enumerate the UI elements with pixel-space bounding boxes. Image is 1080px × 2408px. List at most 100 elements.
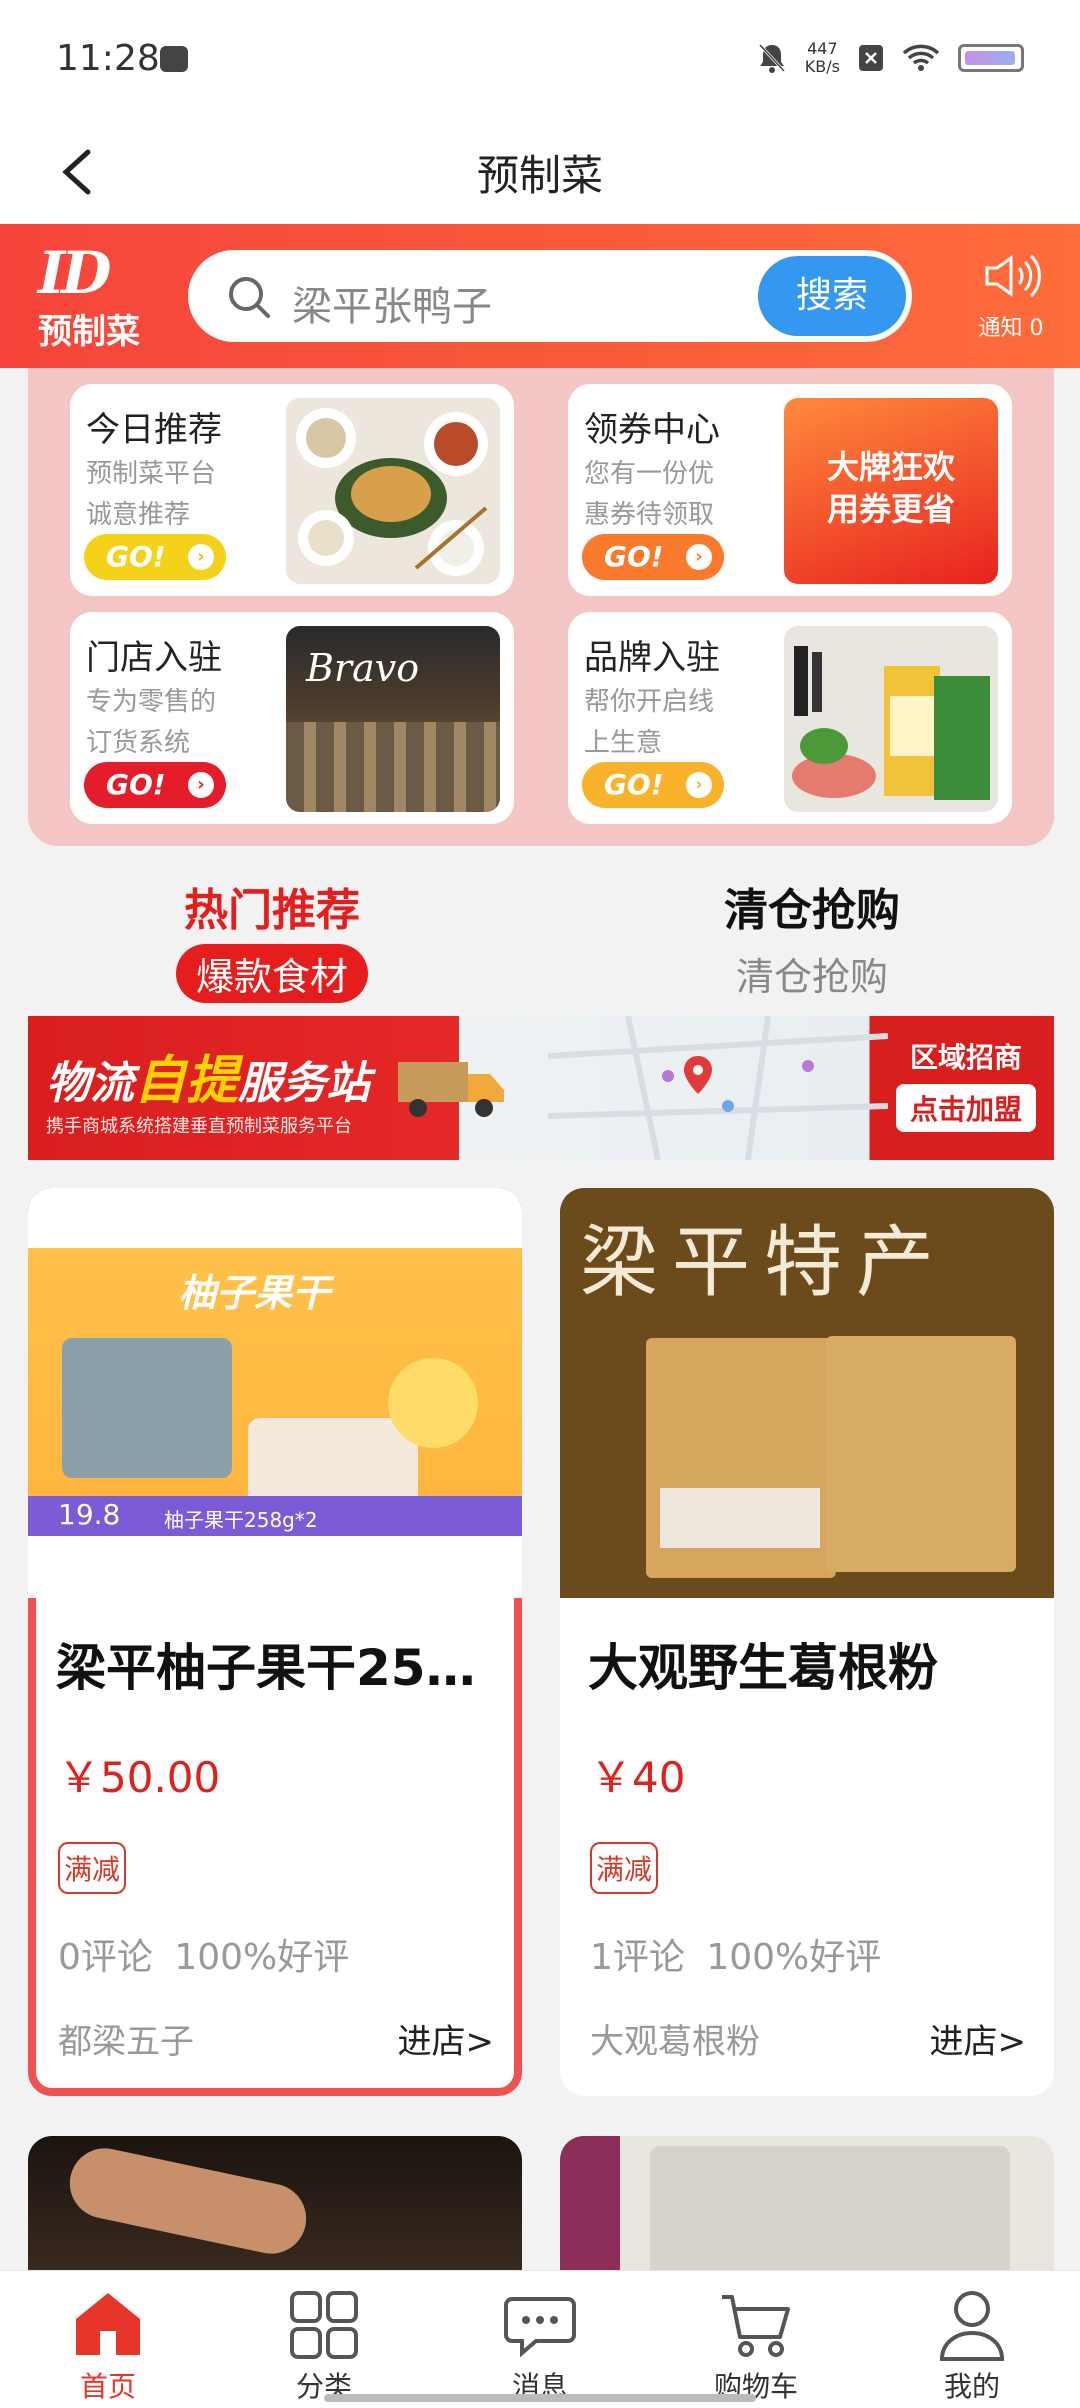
banner-subtitle: 携手商城系统搭建垂直预制菜服务平台 xyxy=(46,1116,352,1137)
speed-value: 447 xyxy=(807,39,838,58)
product-price: ￥40 xyxy=(590,1753,686,1802)
search-input[interactable]: 梁平张鸭子 搜索 xyxy=(188,250,912,342)
arrow-right-icon: › xyxy=(188,544,214,570)
bottom-nav: 首页 分类 消息 购物车 我的 xyxy=(0,2270,1080,2408)
notification-icon xyxy=(160,46,188,72)
product-title: 大观野生葛根粉 xyxy=(588,1639,938,1697)
tab-hot-title: 热门推荐 xyxy=(184,885,360,936)
battery-icon xyxy=(958,44,1024,72)
go-button[interactable]: GO! › xyxy=(582,534,724,580)
brand-logo: ID 预制菜 xyxy=(38,239,188,352)
search-placeholder: 梁平张鸭子 xyxy=(292,284,492,330)
chat-icon xyxy=(504,2297,576,2358)
home-indicator[interactable] xyxy=(324,2394,756,2402)
tab-clearance[interactable]: 清仓抢购 清仓抢购 xyxy=(706,874,918,1001)
mute-bell-icon xyxy=(758,43,785,73)
nav-label: 首页 xyxy=(79,2370,136,2403)
coupon-image: 大牌狂欢 用券更省 xyxy=(784,398,998,584)
food-dishes-image xyxy=(286,398,500,584)
nav-profile[interactable]: 我的 xyxy=(864,2271,1080,2408)
store-sign: Bravo xyxy=(306,646,420,690)
user-icon xyxy=(939,2291,1005,2361)
feature-subtitle: 专为零售的 订货系统 xyxy=(86,687,217,758)
image-price: 19.8 xyxy=(58,1498,121,1531)
product-card-partial[interactable] xyxy=(28,2136,522,2276)
logo-mark: ID xyxy=(38,239,111,307)
go-button[interactable]: GO! › xyxy=(582,762,724,808)
brand-products-image xyxy=(784,626,998,812)
tab-clearance-title: 清仓抢购 xyxy=(724,885,900,936)
feature-panel: 今日推荐 预制菜平台 诚意推荐 GO! › 领券中心 您有一份优 惠券待领取 GO! ›… xyxy=(28,368,1054,846)
banner-cta[interactable]: 区域招商 点击加盟 xyxy=(896,1036,1036,1132)
promo-badge: 满减 xyxy=(590,1842,659,1894)
arrow-right-icon: › xyxy=(686,544,712,570)
nav-category[interactable]: 分类 xyxy=(216,2271,432,2408)
feature-title: 领券中心 xyxy=(584,410,720,450)
feature-card-store[interactable]: 门店入驻 专为零售的 订货系统 GO! › Bravo xyxy=(70,612,514,824)
image-headline: 梁平特产 xyxy=(580,1218,949,1308)
product-card-partial[interactable] xyxy=(560,2136,1054,2276)
feature-title: 品牌入驻 xyxy=(584,638,720,678)
feature-subtitle: 帮你开启线 上生意 xyxy=(584,687,715,758)
product-card[interactable]: 柚子果干 19.8 柚子果干258g*2 梁平柚子果干258g*2 ￥50.00… xyxy=(28,1188,522,2096)
arrow-right-icon: › xyxy=(188,772,214,798)
feature-title: 今日推荐 xyxy=(86,410,222,450)
page-title: 预制菜 xyxy=(476,151,603,200)
supermarket-image: Bravo xyxy=(286,626,500,812)
truck-icon xyxy=(398,1062,504,1117)
tab-hot[interactable]: 热门推荐 爆款食材 xyxy=(168,874,376,1003)
status-indicators: 447 KB/s xyxy=(757,40,1024,76)
network-speed: 447 KB/s xyxy=(805,40,840,76)
search-header: ID 预制菜 梁平张鸭子 搜索 通知 0 xyxy=(0,224,1080,368)
cart-icon xyxy=(722,2295,790,2357)
feature-title: 门店入驻 xyxy=(86,638,222,678)
banner-cta-line2: 点击加盟 xyxy=(896,1084,1036,1132)
logistics-banner[interactable]: 物流自提服务站 携手商城系统搭建垂直预制菜服务平台 区域招商 点击加盟 xyxy=(28,1016,1054,1160)
product-card[interactable]: 梁平特产 大观野生葛根粉 ￥40 满减 1评论 100%好评 大观葛根粉 进店> xyxy=(560,1188,1054,2096)
nav-home[interactable]: 首页 xyxy=(0,2271,216,2408)
promo-badge: 满减 xyxy=(58,1842,127,1894)
nav-cart[interactable]: 购物车 xyxy=(648,2271,864,2408)
feature-card-today[interactable]: 今日推荐 预制菜平台 诚意推荐 GO! › xyxy=(70,384,514,596)
speaker-icon xyxy=(985,254,1041,298)
feature-card-coupon[interactable]: 领券中心 您有一份优 惠券待领取 GO! › 大牌狂欢 用券更省 xyxy=(568,384,1012,596)
speed-unit: KB/s xyxy=(804,57,840,76)
go-button[interactable]: GO! › xyxy=(84,762,226,808)
banner-cta-line1: 区域招商 xyxy=(909,1041,1022,1074)
status-bar: 11:28 447 KB/s xyxy=(0,0,1080,120)
banner-title: 物流自提服务站 xyxy=(46,1051,371,1111)
nav-label: 我的 xyxy=(943,2370,1000,2403)
nav-messages[interactable]: 消息 xyxy=(432,2271,648,2408)
logo-text: 预制菜 xyxy=(38,312,140,352)
map-image xyxy=(548,1016,888,1160)
notification-button[interactable]: 通知 0 xyxy=(966,252,1056,342)
search-button[interactable]: 搜索 xyxy=(758,256,906,336)
enter-store-link[interactable]: 进店> xyxy=(398,2014,495,2063)
product-title: 梁平柚子果干258g*2 xyxy=(56,1639,496,1697)
coupon-line2: 用券更省 xyxy=(826,490,955,528)
review-summary: 0评论 100%好评 xyxy=(58,1937,350,1978)
coupon-line1: 大牌狂欢 xyxy=(826,448,955,486)
status-time: 11:28 xyxy=(56,38,160,79)
product-price: ￥50.00 xyxy=(58,1753,221,1802)
sim-off-icon xyxy=(859,45,883,71)
feature-subtitle: 预制菜平台 诚意推荐 xyxy=(86,459,217,530)
notify-label: 通知 0 xyxy=(978,316,1044,341)
wifi-icon xyxy=(902,44,940,71)
title-bar: 预制菜 xyxy=(0,120,1080,224)
tab-hot-subtitle: 爆款食材 xyxy=(175,944,368,1003)
feature-subtitle: 您有一份优 惠券待领取 xyxy=(584,459,715,530)
product-image: 柚子果干 19.8 柚子果干258g*2 xyxy=(28,1188,522,1598)
arrow-right-icon: › xyxy=(686,772,712,798)
store-name: 都梁五子 xyxy=(58,2022,194,2062)
tab-clearance-subtitle: 清仓抢购 xyxy=(735,955,888,999)
home-icon xyxy=(76,2293,140,2355)
grid-icon xyxy=(290,2291,358,2359)
enter-store-link[interactable]: 进店> xyxy=(930,2014,1027,2063)
review-summary: 1评论 100%好评 xyxy=(590,1937,882,1978)
product-image: 梁平特产 xyxy=(560,1188,1054,1598)
image-headline: 柚子果干 xyxy=(178,1271,331,1315)
feature-card-brand[interactable]: 品牌入驻 帮你开启线 上生意 GO! › xyxy=(568,612,1012,824)
store-name: 大观葛根粉 xyxy=(590,2022,760,2062)
go-button[interactable]: GO! › xyxy=(84,534,226,580)
